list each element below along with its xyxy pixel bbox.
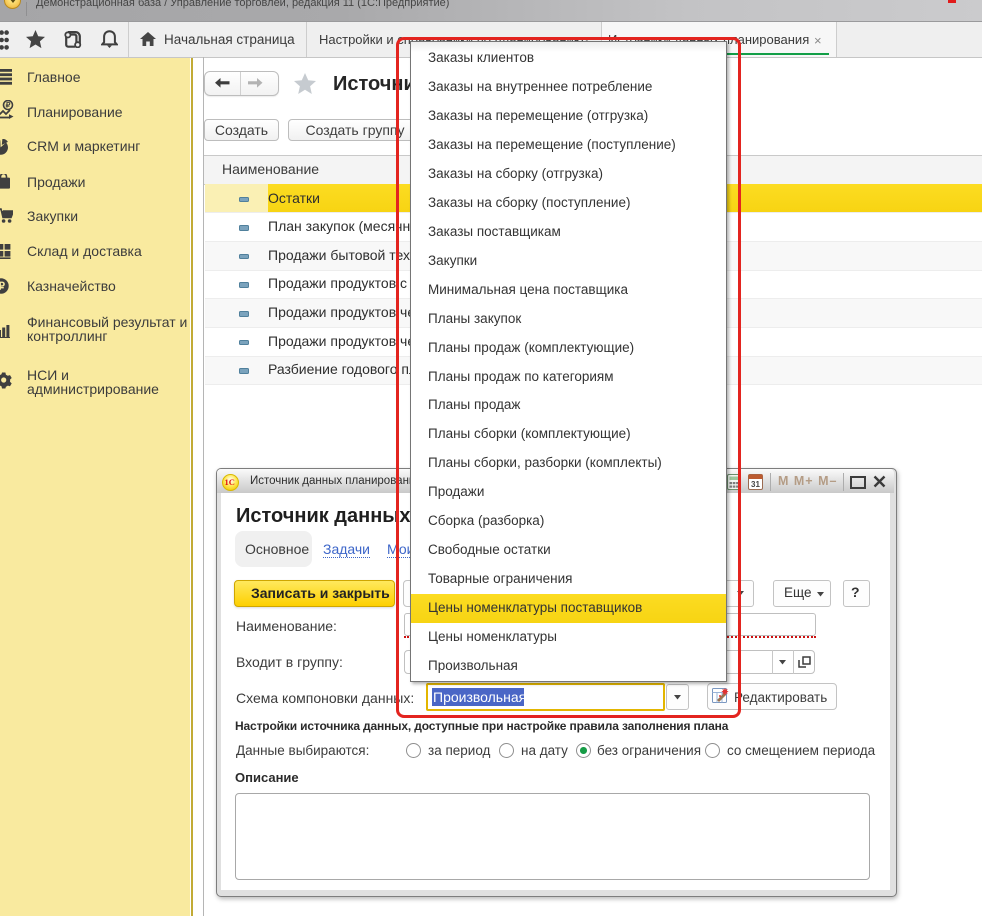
svg-text:₽: ₽ — [0, 281, 5, 293]
svg-text:31: 31 — [751, 480, 760, 489]
svg-text:₽: ₽ — [6, 101, 11, 110]
